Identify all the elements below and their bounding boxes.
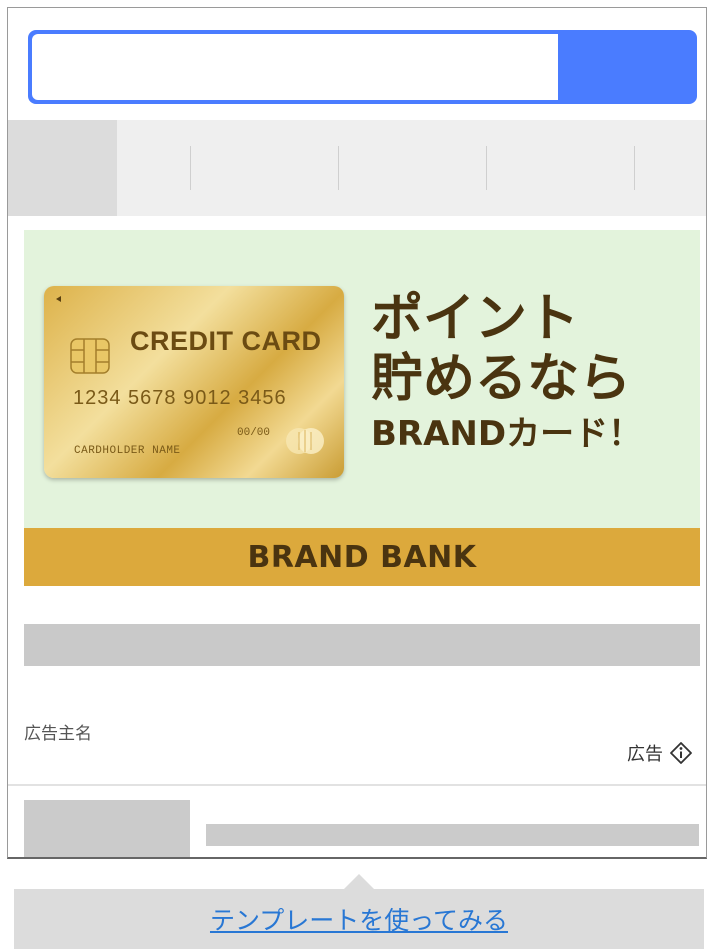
card-logo-icon <box>286 428 324 454</box>
search-bar <box>28 30 697 104</box>
ad-banner[interactable]: CREDIT CARD 1234 5678 9012 3456 00/00 CA… <box>24 230 700 586</box>
tab-3[interactable] <box>265 120 413 216</box>
credit-card-image: CREDIT CARD 1234 5678 9012 3456 00/00 CA… <box>44 286 344 478</box>
card-number: 1234 5678 9012 3456 <box>73 387 287 409</box>
search-button[interactable] <box>558 30 697 104</box>
bank-name: BRAND BANK <box>247 539 477 575</box>
tab-divider <box>190 146 192 190</box>
cardholder-name: CARDHOLDER NAME <box>74 445 181 457</box>
tab-2[interactable] <box>117 120 265 216</box>
tab-divider <box>485 146 487 190</box>
tab-4[interactable] <box>413 120 561 216</box>
result-text-placeholder <box>206 824 699 846</box>
tab-divider <box>633 146 635 190</box>
tab-5[interactable] <box>560 120 706 216</box>
chip-icon <box>70 338 110 374</box>
tab-bar <box>8 120 706 216</box>
ad-title-placeholder <box>24 624 700 666</box>
phone-frame: CREDIT CARD 1234 5678 9012 3456 00/00 CA… <box>7 7 707 859</box>
result-thumbnail-placeholder <box>24 800 190 857</box>
sponsor-name: 広告主名 <box>24 724 92 744</box>
tab-divider <box>338 146 340 190</box>
search-input[interactable] <box>32 34 558 100</box>
ad-headline: ポイント 貯めるなら BRANDカード！ <box>371 290 642 458</box>
bank-name-bar: BRAND BANK <box>24 528 700 586</box>
info-icon[interactable] <box>669 741 693 765</box>
card-marker-icon <box>56 296 61 302</box>
headline-line-2: 貯めるなら <box>371 349 632 409</box>
card-title: CREDIT CARD <box>130 326 322 356</box>
tooltip: テンプレートを使ってみる <box>14 889 704 949</box>
headline-line-1: ポイント <box>371 289 580 349</box>
divider <box>8 784 706 786</box>
headline-line-3: BRANDカード！ <box>371 414 643 454</box>
card-expiry: 00/00 <box>237 427 271 439</box>
tooltip-arrow <box>344 874 374 889</box>
ad-label-text: 広告 <box>627 744 663 765</box>
ad-label[interactable]: 広告 <box>627 740 693 766</box>
tab-1[interactable] <box>8 120 117 216</box>
use-template-link[interactable]: テンプレートを使ってみる <box>210 901 508 937</box>
